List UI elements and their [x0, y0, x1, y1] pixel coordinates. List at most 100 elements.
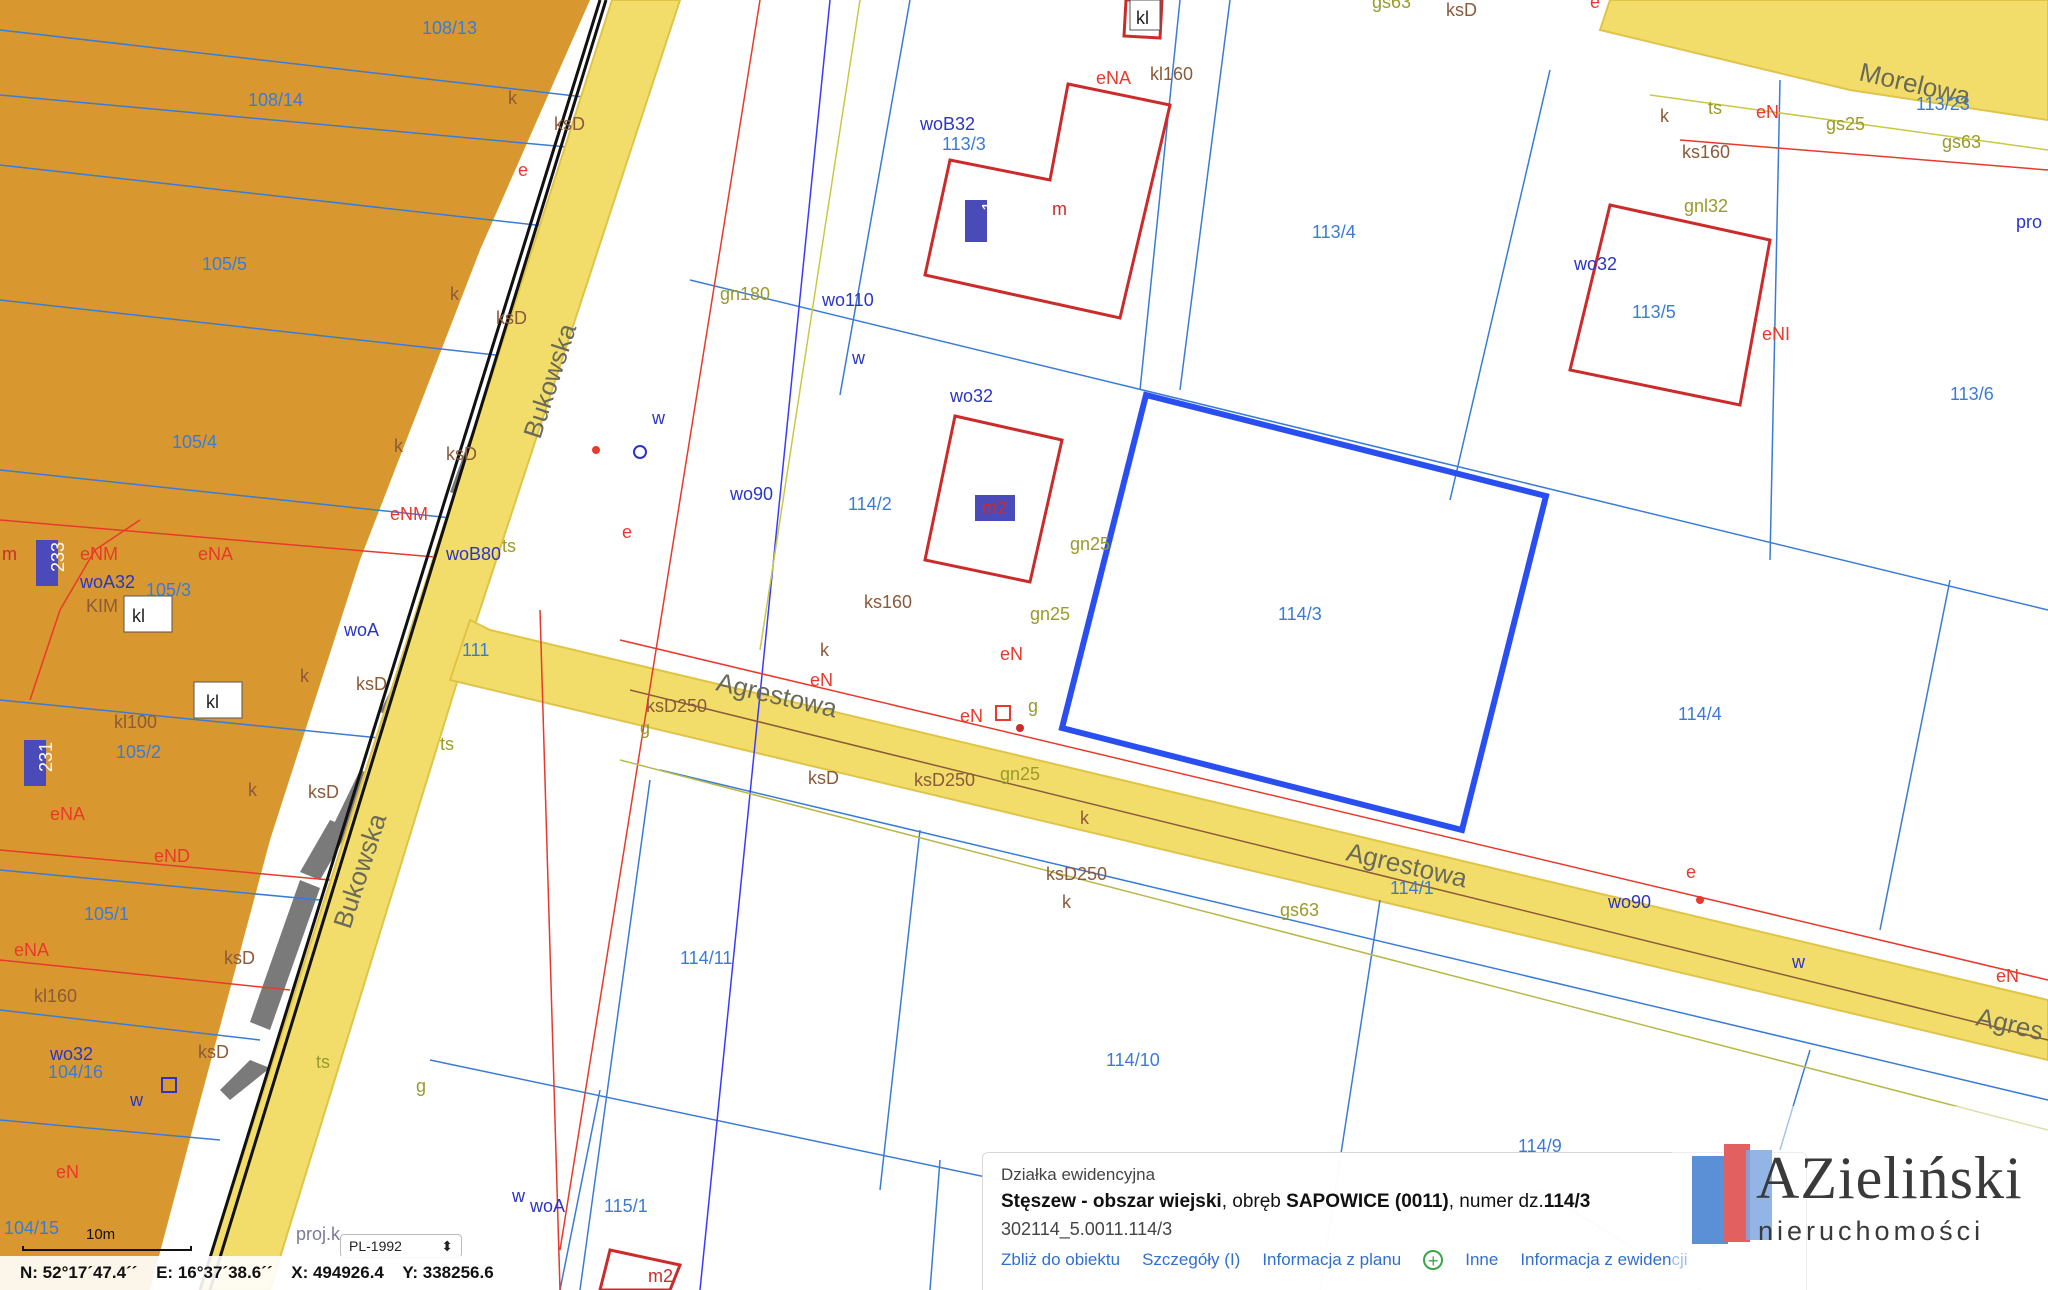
blue-utility-label: w [129, 1090, 144, 1110]
kl-label: kl [206, 692, 219, 712]
parcel-label: 114/1 [1390, 878, 1434, 898]
blue-utility-label: wo32 [949, 386, 993, 406]
scale-line [22, 1246, 192, 1251]
agency-logo: AZieliński nieruchomości [1672, 1106, 2048, 1290]
plus-circle-icon[interactable]: + [1423, 1250, 1444, 1271]
parcel-label: 114/11 [680, 948, 732, 968]
parcel-label: 111 [462, 640, 489, 660]
gas-utility-label: gs63 [1372, 0, 1411, 12]
coord-n: N: 52°17´47.4´´ [20, 1263, 138, 1282]
updown-arrows-icon: ⬍ [441, 1238, 453, 1254]
red-utility-label: eN [810, 670, 833, 690]
brown-utility-label: k [248, 780, 258, 800]
red-utility-label: eNM [80, 544, 118, 564]
brown-utility-label: ksD [308, 782, 339, 802]
building-label-m2: m2 [648, 1266, 673, 1286]
scale-label: 10m [86, 1226, 116, 1243]
road-agrestowa [448, 618, 2048, 1062]
brown-utility-label: k [820, 640, 830, 660]
gas-utility-label: gn25 [1030, 604, 1070, 624]
brown-utility-label: ksD [198, 1042, 229, 1062]
red-utility-label: eN [1996, 966, 2019, 986]
parcel-label: 113/4 [1312, 222, 1356, 242]
gas-utility-label: gn180 [720, 284, 770, 304]
zoom-to-object-link[interactable]: Zbliż do obiektu [1001, 1250, 1120, 1270]
blue-utility-label: wo90 [729, 484, 773, 504]
registry-info-link[interactable]: Informacja z ewidencji [1520, 1250, 1687, 1270]
plan-info-link[interactable]: Informacja z planu [1262, 1250, 1401, 1270]
brown-utility-label: k [450, 284, 460, 304]
blue-utility-label: w [851, 348, 866, 368]
building-label-m: m [2, 544, 17, 564]
parcel-number: 114/3 [1543, 1191, 1591, 1212]
blue-utility-label: w [651, 408, 666, 428]
panel-title: Działka ewidencyjna [1001, 1165, 1156, 1184]
building-number: 231 [36, 742, 56, 772]
blue-utility-label: wo90 [1607, 892, 1651, 912]
building-number: 164 [979, 181, 999, 211]
brown-utility-label: ksD [554, 114, 585, 134]
gas-utility-label: g [640, 718, 650, 738]
brown-utility-label: ksD [496, 308, 527, 328]
brown-utility-label: ksD [1446, 0, 1477, 20]
obreb-prefix: , obręb [1221, 1191, 1287, 1212]
red-utility-label: eNI [1762, 324, 1790, 344]
parcel-label: 105/4 [172, 432, 217, 452]
gas-utility-label: g [1028, 696, 1038, 716]
gas-utility-label: gnl32 [1684, 196, 1728, 216]
logo-subtitle: nieruchomości [1758, 1216, 1985, 1246]
logo-name: AZieliński [1756, 1145, 2023, 1211]
brown-utility-label: ks160 [864, 592, 912, 612]
red-utility-label: e [518, 160, 528, 180]
brown-utility-label: kl160 [34, 986, 77, 1006]
building-label-m2: m2 [982, 498, 1007, 518]
parcel-label: 105/5 [202, 254, 247, 274]
brown-utility-label: kl100 [114, 712, 157, 732]
gas-utility-label: gs63 [1280, 900, 1319, 920]
panel-links: Zbliż do obiektu Szczegóły (I) Informacj… [1001, 1250, 1788, 1271]
parcel-label: 114/10 [1106, 1050, 1160, 1070]
red-utility-label: eN [56, 1162, 79, 1182]
cadastral-map[interactable]: 164 233 231 m2 m2 m m kl kl kl KIM Bukow… [0, 0, 2048, 1290]
proj-label: proj.k [296, 1224, 341, 1244]
blue-utility-label: w [511, 1186, 526, 1206]
blue-utility-label: wo32 [1573, 254, 1617, 274]
blue-utility-label: woA [529, 1196, 565, 1216]
blue-utility-label: woB32 [919, 114, 975, 134]
brown-utility-label: k [508, 88, 518, 108]
scale-bar: 10m [8, 1224, 198, 1254]
brown-utility-label: ksD [808, 768, 839, 788]
parcel-label: 105/3 [146, 580, 191, 600]
logo-bar-blue [1692, 1156, 1728, 1244]
kim-label: KIM [86, 596, 118, 616]
parcel-identifier: 302114_5.0011.114/3 [1001, 1219, 1173, 1239]
brown-utility-label: kl160 [1150, 64, 1193, 84]
crs-select[interactable]: PL-1992 ⬍ [340, 1234, 462, 1258]
parcel-label: 113/23 [1916, 94, 1970, 114]
red-utility-label: eN [1000, 644, 1023, 664]
road-morelowa [1598, 0, 2048, 122]
blue-utility-label: w [1791, 952, 1806, 972]
buildings [598, 0, 1772, 1290]
parcel-label: 105/2 [116, 742, 161, 762]
coord-y: Y: 338256.6 [402, 1263, 494, 1282]
red-utility-label: eN [1756, 102, 1779, 122]
blue-utility-label: wo110 [821, 290, 874, 310]
building-number: 233 [48, 542, 68, 572]
blue-utility-label: woA32 [79, 572, 135, 592]
other-link[interactable]: Inne [1465, 1250, 1498, 1270]
brown-utility-label: ksD [446, 444, 477, 464]
parcel-label: 114/3 [1278, 604, 1322, 624]
brown-utility-label: k [300, 666, 310, 686]
parcel-label: 113/5 [1632, 302, 1676, 322]
kl-label: kl [1136, 8, 1149, 28]
crs-value: PL-1992 [349, 1238, 402, 1254]
brown-utility-label: ksD250 [914, 770, 975, 790]
brown-utility-label: ksD250 [1046, 864, 1107, 884]
location-name: Stęszew - obszar wiejski [1001, 1191, 1222, 1212]
brown-utility-label: ksD250 [646, 696, 707, 716]
parcel-label: 105/1 [84, 904, 129, 924]
parcel-label: 115/1 [604, 1196, 648, 1216]
details-link[interactable]: Szczegóły (I) [1142, 1250, 1240, 1270]
brown-utility-label: k [394, 436, 404, 456]
